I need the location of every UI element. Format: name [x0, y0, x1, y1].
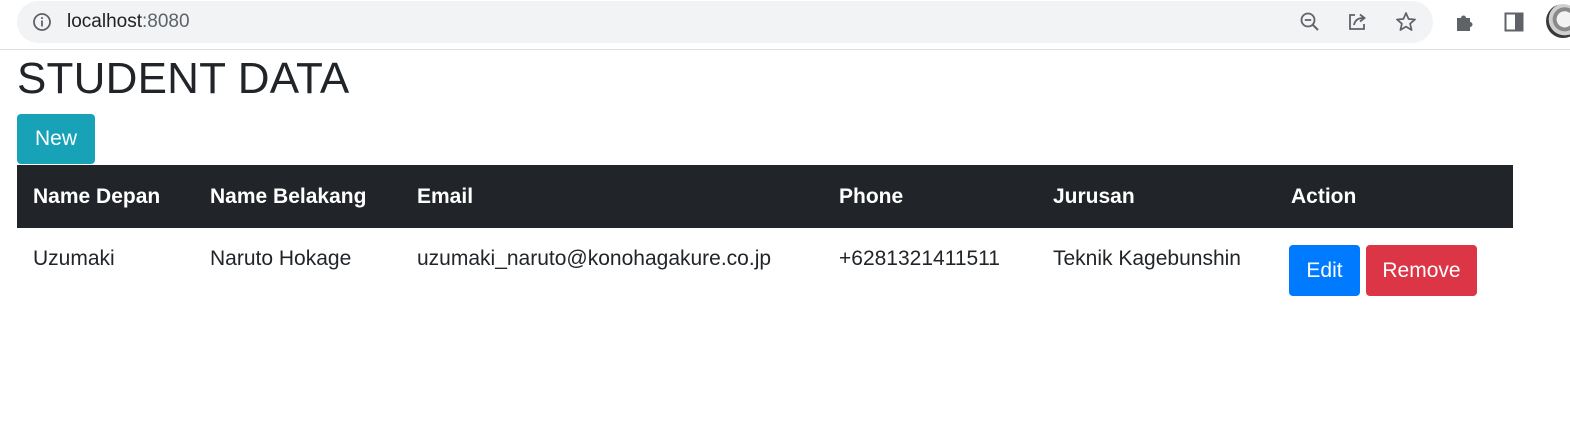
zoom-out-icon[interactable] [1299, 11, 1321, 33]
cell-email: uzumaki_naruto@konohagakure.co.jp [417, 247, 772, 270]
star-icon[interactable] [1395, 11, 1417, 33]
address-bar[interactable]: localhost:8080 [17, 1, 1433, 43]
column-header-jurusan: Jurusan [1053, 184, 1135, 208]
column-header-email: Email [417, 184, 474, 208]
edit-button[interactable]: Edit [1289, 245, 1360, 296]
share-icon[interactable] [1346, 11, 1368, 33]
page-title: STUDENT DATA [17, 54, 350, 103]
table-header-row: Name Depan Name Belakang Email Phone Jur… [17, 165, 1513, 228]
new-button[interactable]: New [17, 114, 95, 164]
side-panel-icon[interactable] [1503, 11, 1525, 33]
cell-name-depan: Uzumaki [33, 247, 115, 270]
cell-name-belakang: Naruto Hokage [210, 247, 352, 270]
info-icon[interactable] [32, 12, 52, 32]
student-table: Name Depan Name Belakang Email Phone Jur… [17, 165, 1513, 300]
column-header-phone: Phone [839, 184, 904, 208]
puzzle-icon[interactable] [1454, 11, 1476, 33]
cell-phone: +6281321411511 [839, 247, 1000, 270]
remove-button[interactable]: Remove [1366, 245, 1477, 296]
table-header: Name Depan Name Belakang Email Phone Jur… [17, 165, 1513, 228]
column-header-name-belakang: Name Belakang [210, 184, 367, 208]
url-host: localhost [67, 11, 142, 32]
url-text[interactable]: localhost:8080 [67, 11, 190, 33]
table-body: Uzumaki Naruto Hokage uzumaki_naruto@kon… [17, 228, 1513, 300]
browser-toolbar: localhost:8080 [0, 0, 1570, 50]
table-row: Uzumaki Naruto Hokage uzumaki_naruto@kon… [17, 228, 1513, 300]
column-header-name-depan: Name Depan [33, 184, 161, 208]
cell-action: Edit Remove [1275, 228, 1513, 300]
url-port: :8080 [142, 11, 190, 32]
column-header-action: Action [1291, 184, 1357, 208]
cell-jurusan: Teknik Kagebunshin [1053, 247, 1241, 270]
avatar[interactable] [1546, 4, 1570, 38]
